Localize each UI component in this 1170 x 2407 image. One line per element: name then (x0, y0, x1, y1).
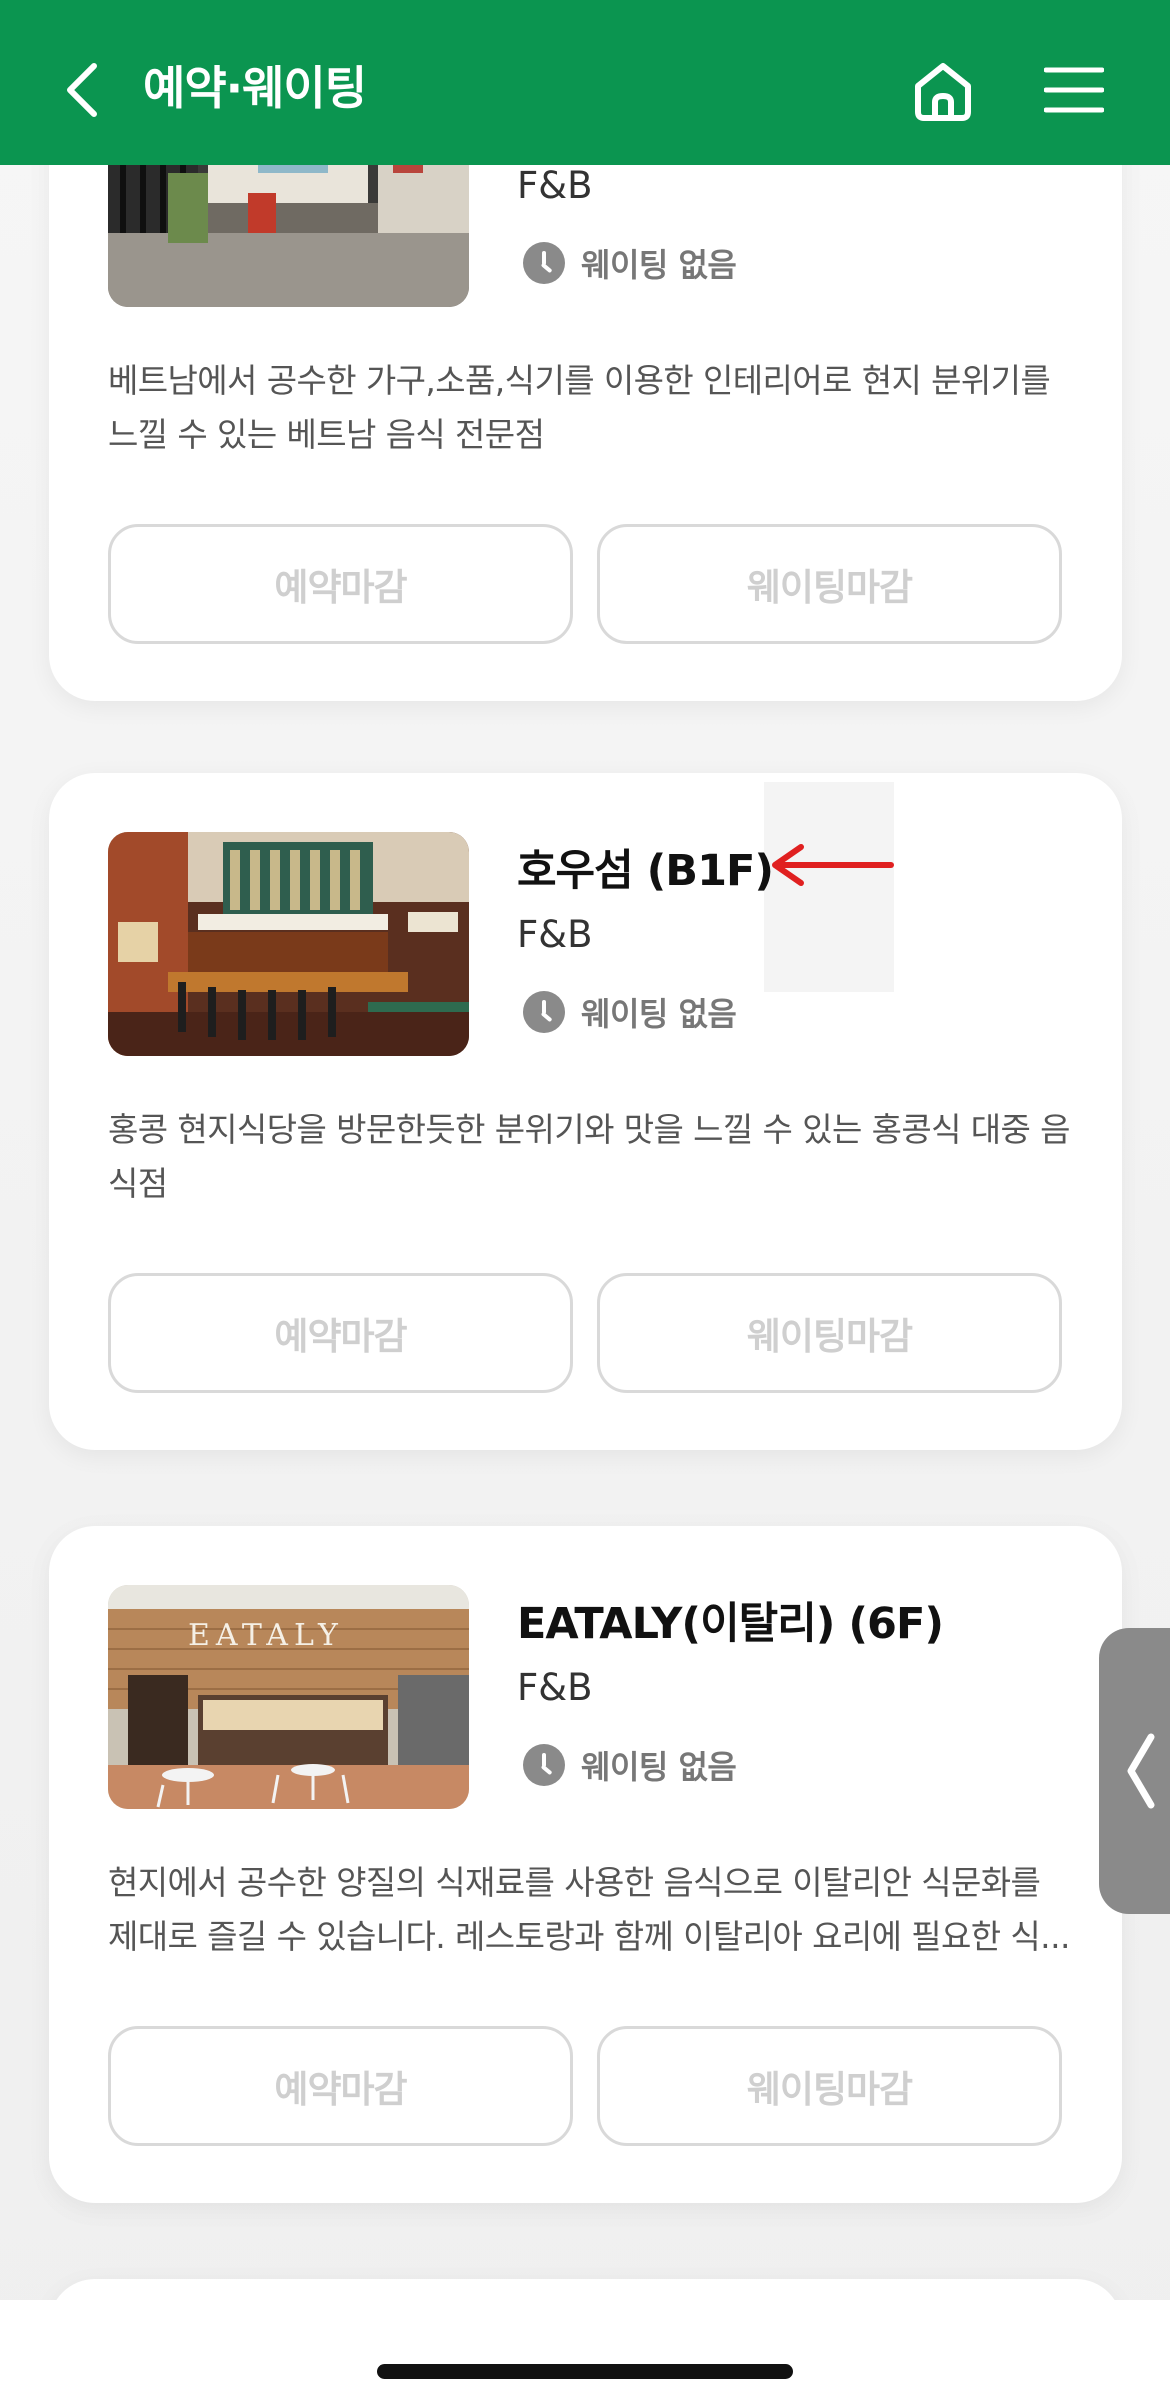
eataly-sign-text: EATALY (188, 1618, 344, 1653)
home-icon (915, 63, 971, 121)
page: 예약·웨이팅 F&B 웨이팅 없음 베트남에서 공수한 가구,소품,식기를 이용… (0, 0, 1170, 2407)
reserve-closed-button[interactable]: 예약마감 (108, 524, 573, 644)
clock-icon (523, 242, 565, 284)
reserve-closed-button[interactable]: 예약마감 (108, 1273, 573, 1393)
app-header: 예약·웨이팅 (0, 0, 1170, 165)
red-arrow-annotation-icon (772, 844, 894, 886)
reserve-closed-button[interactable]: 예약마감 (108, 2026, 573, 2146)
restaurant-photo: EATALY (108, 1585, 469, 1809)
waiting-closed-button[interactable]: 웨이팅마감 (597, 2026, 1062, 2146)
store-category: F&B (517, 164, 593, 207)
store-thumbnail: EATALY (108, 1585, 469, 1809)
store-description: 홍콩 현지식당을 방문한듯한 분위기와 맛을 느낄 수 있는 홍콩식 대중 음식… (108, 1110, 1071, 1203)
bottom-safe-area (0, 2300, 1170, 2407)
waiting-closed-button[interactable]: 웨이팅마감 (597, 524, 1062, 644)
menu-button[interactable] (1043, 66, 1105, 116)
waiting-status: 웨이팅 없음 (523, 1742, 737, 1788)
waiting-status: 웨이팅 없음 (523, 989, 737, 1035)
store-card[interactable]: EATALY EATALY(이탈리) (6F) F&B 웨이팅 없음 현지에서 … (49, 1526, 1122, 2203)
restaurant-photo (108, 832, 469, 1056)
store-card[interactable]: 호우섬 (B1F) F&B 웨이팅 없음 홍콩 현지식당을 방문한듯한 분위기와… (49, 773, 1122, 1450)
waiting-status: 웨이팅 없음 (523, 240, 737, 286)
clock-icon (523, 1744, 565, 1786)
waiting-status-text: 웨이팅 없음 (581, 246, 737, 284)
store-thumbnail (108, 832, 469, 1056)
page-title: 예약·웨이팅 (143, 61, 367, 115)
store-category: F&B (517, 913, 593, 956)
chevron-left-icon (67, 63, 97, 117)
clock-icon (523, 991, 565, 1033)
home-indicator[interactable] (377, 2364, 793, 2379)
side-panel-toggle[interactable] (1099, 1628, 1170, 1914)
store-description: 현지에서 공수한 양질의 식재료를 사용한 음식으로 이탈리안 식문화를 제대로… (108, 1863, 1070, 1956)
home-button[interactable] (910, 60, 976, 124)
store-name: EATALY(이탈리) (6F) (517, 1599, 944, 1649)
chevron-left-icon (1127, 1733, 1155, 1809)
waiting-status-text: 웨이팅 없음 (581, 995, 737, 1033)
hamburger-menu-icon (1043, 67, 1105, 113)
waiting-status-text: 웨이팅 없음 (581, 1748, 737, 1786)
store-description: 베트남에서 공수한 가구,소품,식기를 이용한 인테리어로 현지 분위기를 느낄… (108, 361, 1051, 454)
store-name: 호우섬 (B1F) (517, 846, 774, 896)
waiting-closed-button[interactable]: 웨이팅마감 (597, 1273, 1062, 1393)
back-button[interactable] (58, 58, 108, 122)
store-category: F&B (517, 1666, 593, 1709)
